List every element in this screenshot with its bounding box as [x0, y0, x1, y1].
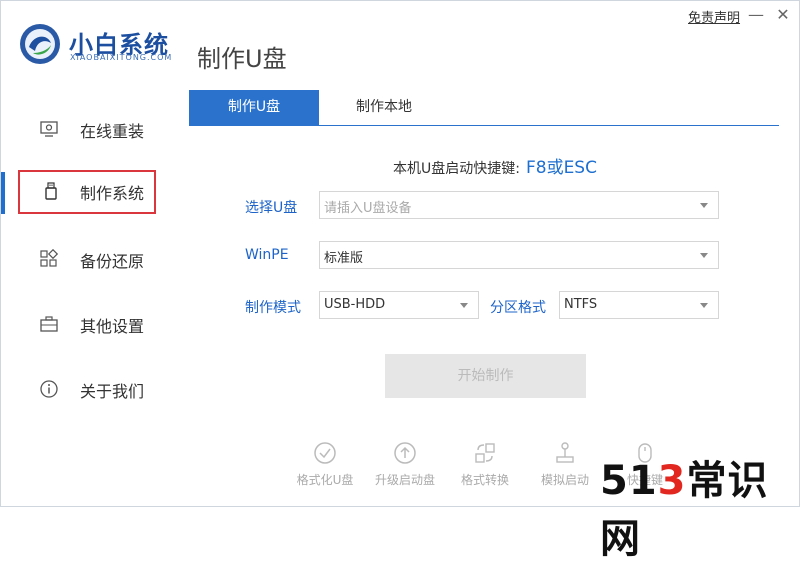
usb-select[interactable]: 请插入U盘设备: [319, 191, 719, 219]
joystick-icon: [556, 442, 574, 463]
tool-label: 升级启动盘: [374, 473, 435, 487]
usb-select-placeholder: 请插入U盘设备: [324, 201, 412, 216]
dropdown-arrow-icon: [460, 303, 468, 308]
sidebar-item-backup-restore[interactable]: 备份还原: [1, 236, 176, 282]
tab-make-local[interactable]: 制作本地: [329, 90, 439, 125]
dropdown-arrow-icon: [700, 303, 708, 308]
close-button[interactable]: ✕: [773, 5, 793, 25]
grid-icon: [40, 249, 59, 267]
sidebar-item-online-reinstall[interactable]: 在线重装: [1, 106, 176, 152]
briefcase-icon: [40, 316, 58, 332]
tab-make-usb[interactable]: 制作U盘: [189, 90, 319, 125]
start-make-button[interactable]: 开始制作: [385, 354, 586, 398]
sidebar-item-label: 其他设置: [80, 317, 145, 336]
sidebar-item-label: 制作系统: [80, 184, 145, 203]
shortcut-label: 本机U盘启动快捷键:: [393, 161, 520, 177]
sidebar-item-label: 关于我们: [80, 382, 145, 401]
logo-icon: [20, 24, 60, 64]
sidebar-item-label: 备份还原: [80, 252, 145, 271]
monitor-icon: [40, 121, 58, 137]
tool-simulate-boot[interactable]: 模拟启动: [525, 441, 605, 488]
partition-select[interactable]: NTFS: [559, 291, 719, 319]
app-window: 小白系统 XIAOBAIXITONG.COM 制作U盘 免责声明 — ✕ 在线重…: [0, 0, 800, 507]
dropdown-arrow-icon: [700, 203, 708, 208]
winpe-select-label: WinPE: [245, 247, 289, 263]
shortcut-keys: F8或ESC: [525, 158, 597, 178]
brand-subtitle: XIAOBAIXITONG.COM: [70, 53, 173, 62]
partition-select-label: 分区格式: [490, 300, 546, 316]
info-icon: [40, 380, 58, 398]
usb-icon: [45, 182, 57, 200]
mode-select-label: 制作模式: [245, 300, 301, 316]
tool-format-usb[interactable]: 格式化U盘: [285, 441, 365, 488]
winpe-select[interactable]: 标准版: [319, 241, 719, 269]
watermark-part: 3: [657, 458, 687, 504]
check-circle-icon: [314, 442, 336, 464]
sidebar-item-label: 在线重装: [80, 122, 145, 141]
sidebar-item-other-settings[interactable]: 其他设置: [1, 301, 176, 347]
page-title: 制作U盘: [197, 45, 287, 73]
minimize-button[interactable]: —: [746, 5, 766, 25]
shortcut-info: 本机U盘启动快捷键: F8或ESC: [393, 153, 597, 178]
upload-circle-icon: [394, 442, 416, 464]
site-watermark: 513常识网: [600, 448, 800, 564]
tool-upgrade-boot[interactable]: 升级启动盘: [365, 441, 445, 488]
disclaimer-link[interactable]: 免责声明: [688, 7, 740, 26]
tool-label: 格式化U盘: [296, 473, 354, 487]
convert-icon: [475, 443, 495, 463]
mode-select-value: USB-HDD: [324, 297, 386, 312]
dropdown-arrow-icon: [700, 253, 708, 258]
sidebar-item-about-us[interactable]: 关于我们: [1, 366, 176, 412]
tab-bar: 制作U盘 制作本地: [189, 90, 779, 126]
tool-label: 模拟启动: [540, 473, 589, 487]
active-indicator: [1, 172, 5, 214]
tool-format-convert[interactable]: 格式转换: [445, 441, 525, 488]
partition-select-value: NTFS: [564, 297, 598, 312]
mode-select[interactable]: USB-HDD: [319, 291, 479, 319]
winpe-select-value: 标准版: [324, 251, 364, 266]
sidebar-item-make-system[interactable]: 制作系统: [1, 168, 176, 214]
watermark-part: 51: [600, 458, 658, 504]
tool-label: 格式转换: [460, 473, 509, 487]
usb-select-label: 选择U盘: [245, 200, 298, 216]
